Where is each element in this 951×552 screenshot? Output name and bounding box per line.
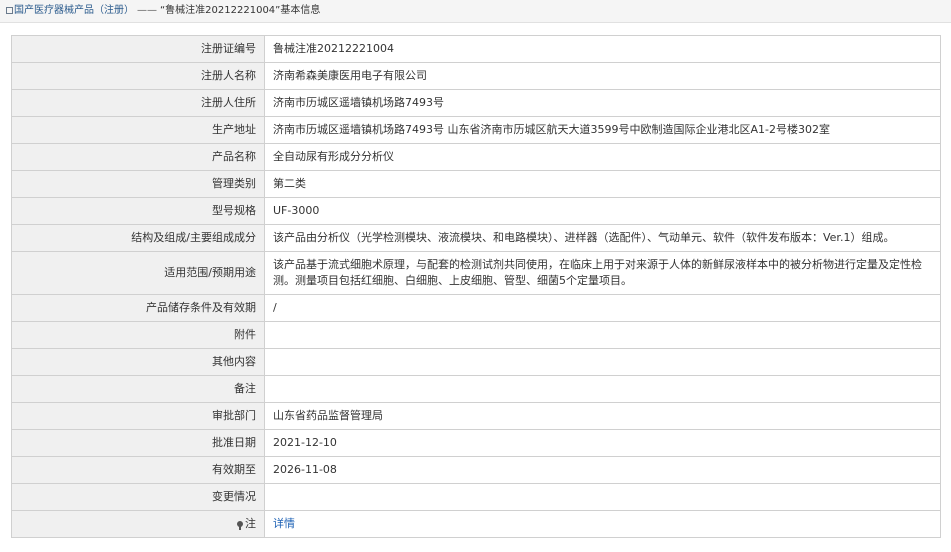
breadcrumb-category-link[interactable]: 国产医疗器械产品（注册）: [14, 5, 134, 16]
table-row: 备注: [11, 375, 941, 403]
row-value: 全自动尿有形成分分析仪: [264, 143, 941, 171]
row-label: 产品名称: [11, 143, 265, 171]
breadcrumb-separator: ——: [137, 5, 157, 16]
row-value: 济南市历城区遥墙镇机场路7493号: [264, 89, 941, 117]
row-value: UF-3000: [264, 197, 941, 225]
row-label: 审批部门: [11, 402, 265, 430]
details-link[interactable]: 详情: [273, 517, 295, 530]
row-value: [264, 375, 941, 403]
row-label: 附件: [11, 321, 265, 349]
row-label: 结构及组成/主要组成成分: [11, 224, 265, 252]
table-row: 其他内容: [11, 348, 941, 376]
row-label: 变更情况: [11, 483, 265, 511]
row-value: 详情: [264, 510, 941, 538]
table-row: 变更情况: [11, 483, 941, 511]
breadcrumb-suffix: 基本信息: [280, 5, 321, 16]
row-value: 该产品由分析仪（光学检测模块、液流模块、和电路模块）、进样器（选配件）、气动单元…: [264, 224, 941, 252]
table-row: 审批部门 山东省药品监督管理局: [11, 402, 941, 430]
row-value: [264, 483, 941, 511]
breadcrumb: 国产医疗器械产品（注册） —— “鲁械注准20212221004”基本信息: [0, 0, 951, 23]
detail-table: 注册证编号 鲁械注准20212221004 注册人名称 济南希森美康医用电子有限…: [11, 35, 941, 538]
table-row: 附件: [11, 321, 941, 349]
row-label: 产品储存条件及有效期: [11, 294, 265, 322]
row-value: [264, 348, 941, 376]
table-row: 注册人住所 济南市历城区遥墙镇机场路7493号: [11, 89, 941, 117]
row-value: [264, 321, 941, 349]
table-row: 注册人名称 济南希森美康医用电子有限公司: [11, 62, 941, 90]
row-label: 生产地址: [11, 116, 265, 144]
table-row: 有效期至 2026-11-08: [11, 456, 941, 484]
table-row: 产品名称 全自动尿有形成分分析仪: [11, 143, 941, 171]
row-value: 济南希森美康医用电子有限公司: [264, 62, 941, 90]
row-label: 注: [245, 517, 256, 530]
row-value: 鲁械注准20212221004: [264, 35, 941, 63]
table-row: 结构及组成/主要组成成分 该产品由分析仪（光学检测模块、液流模块、和电路模块）、…: [11, 224, 941, 252]
row-value: 济南市历城区遥墙镇机场路7493号 山东省济南市历城区航天大道3599号中欧制造…: [264, 116, 941, 144]
table-row: 注册证编号 鲁械注准20212221004: [11, 35, 941, 63]
table-row: 管理类别 第二类: [11, 170, 941, 198]
table-row: 注 详情: [11, 510, 941, 538]
row-label: 其他内容: [11, 348, 265, 376]
row-label: 注册证编号: [11, 35, 265, 63]
note-label: 注: [11, 510, 265, 538]
row-label: 型号规格: [11, 197, 265, 225]
row-value: 2026-11-08: [264, 456, 941, 484]
row-label: 有效期至: [11, 456, 265, 484]
row-value: 2021-12-10: [264, 429, 941, 457]
row-value: 山东省药品监督管理局: [264, 402, 941, 430]
row-value: /: [264, 294, 941, 322]
table-row: 产品储存条件及有效期 /: [11, 294, 941, 322]
row-label: 注册人住所: [11, 89, 265, 117]
row-label: 适用范围/预期用途: [11, 251, 265, 295]
document-icon: [6, 7, 13, 14]
row-label: 批准日期: [11, 429, 265, 457]
row-label: 备注: [11, 375, 265, 403]
row-label: 注册人名称: [11, 62, 265, 90]
table-row: 型号规格 UF-3000: [11, 197, 941, 225]
row-value: 第二类: [264, 170, 941, 198]
row-value: 该产品基于流式细胞术原理，与配套的检测试剂共同使用，在临床上用于对来源于人体的新…: [264, 251, 941, 295]
breadcrumb-record: “鲁械注准20212221004”: [160, 5, 281, 16]
table-row: 批准日期 2021-12-10: [11, 429, 941, 457]
table-row: 生产地址 济南市历城区遥墙镇机场路7493号 山东省济南市历城区航天大道3599…: [11, 116, 941, 144]
row-label: 管理类别: [11, 170, 265, 198]
pin-icon: [237, 521, 243, 530]
table-row: 适用范围/预期用途 该产品基于流式细胞术原理，与配套的检测试剂共同使用，在临床上…: [11, 251, 941, 295]
